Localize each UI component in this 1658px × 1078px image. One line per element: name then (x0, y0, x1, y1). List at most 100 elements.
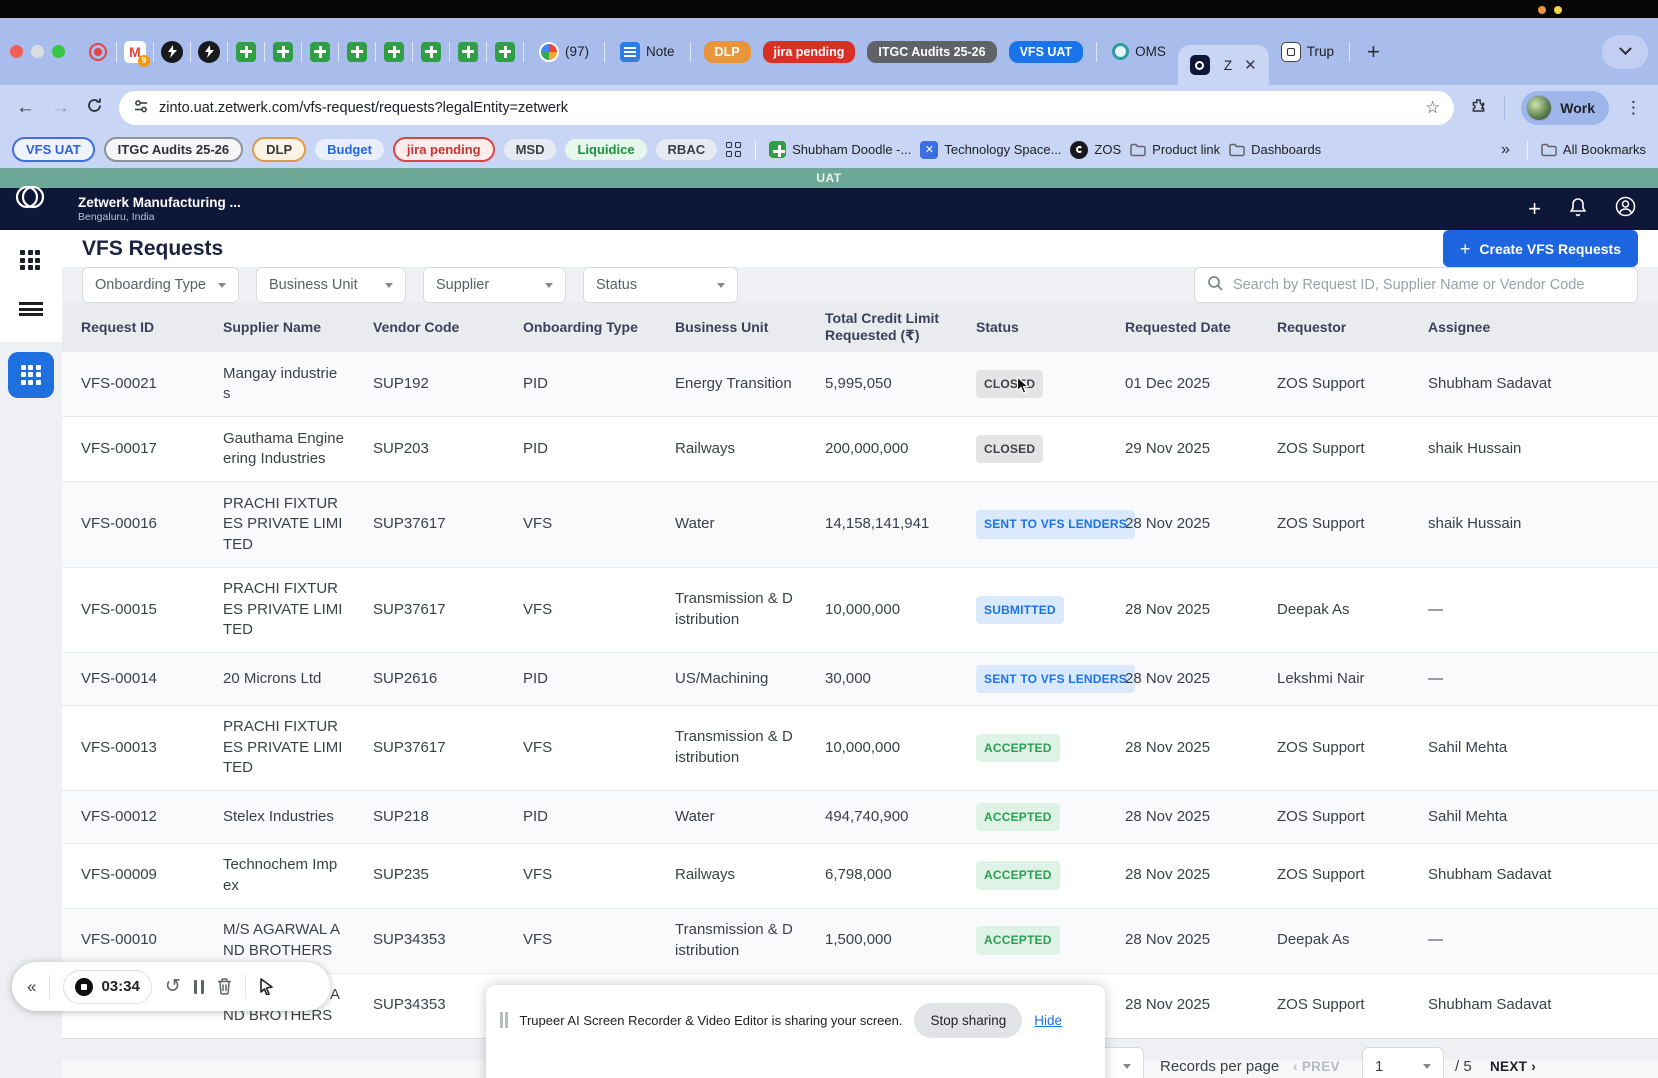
tab-group-dlp[interactable]: DLP (704, 41, 751, 63)
drag-handle-icon[interactable] (500, 1012, 508, 1028)
forward-button[interactable]: → (51, 97, 70, 119)
tab-group-jira-pending[interactable]: jira pending (763, 41, 856, 63)
collapse-toolbar-button[interactable]: « (27, 977, 36, 997)
profile-icon[interactable] (1615, 196, 1636, 222)
pinned-tab-sheet-6[interactable] (420, 41, 442, 63)
pinned-tab-sheet-1[interactable] (235, 41, 257, 63)
cell-requested-date: 29 Nov 2025 (1106, 417, 1258, 482)
table-row[interactable]: VFS-0001420 Microns LtdSUP2616PIDUS/Mach… (62, 653, 1658, 706)
folder-icon (1130, 143, 1146, 157)
sidebar-item-active-module[interactable] (8, 352, 54, 398)
pinned-tab-sheet-5[interactable] (383, 41, 405, 63)
pinned-tab-bolt-1[interactable] (161, 41, 183, 63)
pinned-tab-sheet-4[interactable] (346, 41, 368, 63)
omnibox[interactable]: zinto.uat.zetwerk.com/vfs-request/reques… (119, 91, 1454, 125)
bookmark-folder-product-link[interactable]: Product link (1130, 142, 1220, 157)
browser-profile-button[interactable]: Work (1521, 91, 1609, 125)
table-row[interactable]: VFS-00021Mangay industriesSUP192PIDEnerg… (62, 352, 1658, 417)
tab-group-itgc-audits[interactable]: ITGC Audits 25-26 (867, 41, 996, 63)
bookmark-chip-dlp[interactable]: DLP (252, 137, 306, 162)
minimize-window-button[interactable] (31, 45, 44, 58)
cell-requested-date: 28 Nov 2025 (1106, 705, 1258, 791)
cell-assignee: Shubham Sadavat (1409, 973, 1658, 1038)
pinned-tab-recorder[interactable] (87, 41, 109, 63)
bookmark-star-icon[interactable]: ☆ (1425, 98, 1440, 118)
pinned-tab-bolt-2[interactable] (198, 41, 220, 63)
delete-recording-icon[interactable] (217, 978, 232, 995)
pinned-tab-sheet-8[interactable] (494, 41, 516, 63)
restart-recording-icon[interactable]: ↺ (165, 979, 181, 995)
bookmark-chip-liquidice[interactable]: Liquidice (565, 139, 646, 160)
pause-recording-icon[interactable] (194, 980, 204, 994)
bookmark-chip-msd[interactable]: MSD (504, 139, 557, 160)
page-number-select[interactable]: 1 (1362, 1047, 1444, 1078)
table-row[interactable]: VFS-00013PRACHI FIXTURES PRIVATE LIMITED… (62, 705, 1658, 791)
bookmark-chip-itgc-audits[interactable]: ITGC Audits 25-26 (104, 137, 243, 162)
create-vfs-requests-button[interactable]: + Create VFS Requests (1443, 230, 1638, 267)
filter-business-unit[interactable]: Business Unit (256, 267, 406, 303)
zoom-window-button[interactable] (52, 45, 65, 58)
bookmark-zos[interactable]: ZOS (1070, 141, 1121, 159)
cell-business-unit: Railways (656, 843, 806, 908)
table-row[interactable]: VFS-00015PRACHI FIXTURES PRIVATE LIMITED… (62, 567, 1658, 653)
bookmarks-overflow-button[interactable]: » (1497, 141, 1514, 159)
search-input[interactable] (1233, 277, 1625, 293)
stop-sharing-button[interactable]: Stop sharing (914, 1003, 1022, 1038)
pinned-tab-sheet-2[interactable] (272, 41, 294, 63)
bookmark-chip-rbac[interactable]: RBAC (656, 139, 718, 160)
pinned-tab-sheet-7[interactable] (457, 41, 479, 63)
table-row[interactable]: VFS-00017Gauthama Engineering Industries… (62, 417, 1658, 482)
search-box[interactable] (1194, 267, 1638, 303)
close-window-button[interactable] (10, 45, 23, 58)
cell-status: ACCEPTED (957, 908, 1106, 973)
all-bookmarks-button[interactable]: All Bookmarks (1541, 142, 1646, 157)
bookmark-chip-jira-pending[interactable]: jira pending (393, 137, 495, 162)
tab-oms[interactable]: OMS (1104, 43, 1174, 60)
hide-banner-link[interactable]: Hide (1034, 1013, 1062, 1028)
bookmark-chip-vfs-uat[interactable]: VFS UAT (12, 137, 95, 162)
next-page-button[interactable]: NEXT › (1490, 1059, 1536, 1074)
filters-bar: Onboarding Type Business Unit Supplier S… (62, 267, 1658, 303)
stop-recording-icon[interactable] (75, 978, 93, 996)
apps-grid-icon[interactable] (20, 250, 42, 272)
browser-menu-button[interactable]: ⋮ (1625, 98, 1642, 118)
bookmark-chip-budget[interactable]: Budget (315, 139, 384, 160)
header-add-button[interactable]: + (1528, 199, 1541, 219)
bookmark-technology-space[interactable]: ✕Technology Space... (920, 141, 1061, 159)
pinned-tab-gmail[interactable]: M9 (124, 41, 146, 63)
cursor-tool-icon[interactable] (259, 978, 274, 995)
tab-trupeer[interactable]: Trup (1273, 42, 1342, 62)
tab-group-vfs-uat[interactable]: VFS UAT (1009, 41, 1084, 63)
notifications-bell-icon[interactable] (1569, 197, 1587, 222)
filter-onboarding-type[interactable]: Onboarding Type (82, 267, 239, 303)
prev-page-button[interactable]: ‹ PREV (1293, 1059, 1340, 1074)
table-row[interactable]: VFS-00012Stelex IndustriesSUP218PIDWater… (62, 791, 1658, 844)
note-doc-icon (620, 42, 640, 62)
tab-active-zetwerk[interactable]: Z ✕ (1178, 45, 1269, 85)
window-controls[interactable] (10, 45, 73, 58)
menu-hamburger-icon[interactable] (19, 302, 43, 316)
reload-button[interactable] (86, 97, 103, 119)
cell-business-unit: Transmission & Distribution (656, 705, 806, 791)
url-text[interactable]: zinto.uat.zetwerk.com/vfs-request/reques… (159, 100, 1415, 116)
back-button[interactable]: ← (16, 97, 35, 119)
recording-chip[interactable]: 03:34 (63, 970, 151, 1004)
table-row[interactable]: VFS-00009Technochem ImpexSUP235VFSRailwa… (62, 843, 1658, 908)
company-switcher[interactable]: Zetwerk Manufacturing ... Bengaluru, Ind… (78, 195, 241, 224)
close-tab-icon[interactable]: ✕ (1244, 56, 1257, 74)
tab-count[interactable]: (97) (531, 42, 597, 62)
new-tab-button[interactable]: + (1357, 39, 1390, 65)
zetwerk-logo[interactable] (8, 175, 52, 224)
tab-note[interactable]: Note (612, 42, 683, 62)
pinned-tab-sheet-3[interactable] (309, 41, 331, 63)
tab-search-button[interactable] (1602, 35, 1648, 69)
bookmark-shubham-doodle[interactable]: Shubham Doodle -... (769, 141, 911, 158)
site-settings-icon[interactable] (133, 98, 149, 119)
filter-supplier[interactable]: Supplier (423, 267, 566, 303)
extensions-icon[interactable] (1470, 97, 1488, 120)
table-row[interactable]: VFS-00016PRACHI FIXTURES PRIVATE LIMITED… (62, 482, 1658, 568)
sheet-icon (236, 42, 256, 62)
filter-status[interactable]: Status (583, 267, 738, 303)
tab-groups-grid-icon[interactable] (726, 142, 742, 158)
bookmark-folder-dashboards[interactable]: Dashboards (1229, 142, 1321, 157)
